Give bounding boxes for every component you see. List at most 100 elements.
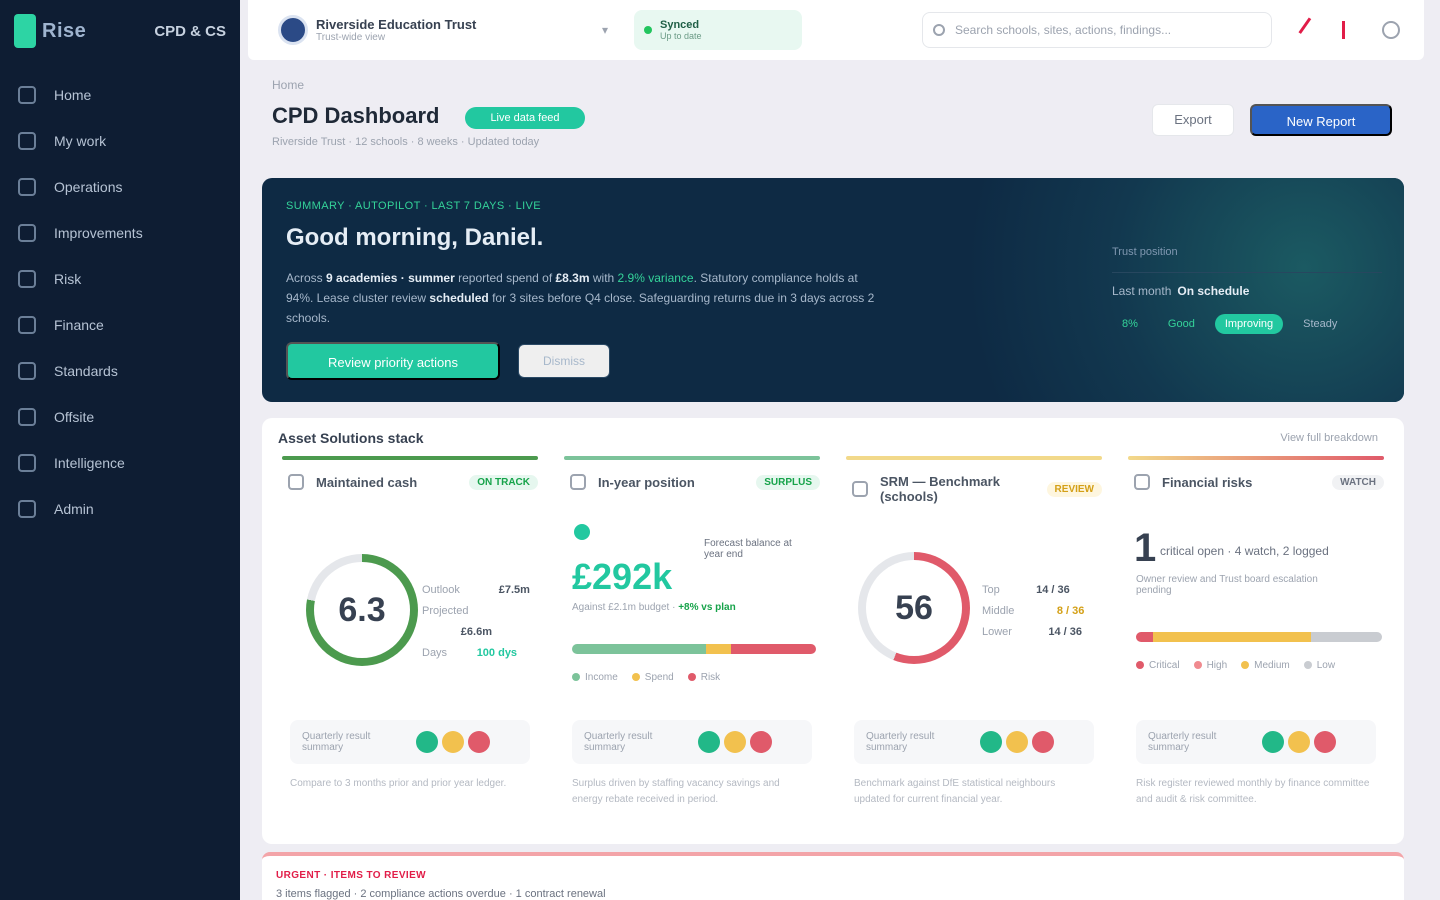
kpi-title: SRM — Benchmark (schools) <box>880 474 1000 504</box>
sidebar-nav: Home My work Operations Improvements Ris… <box>0 72 240 532</box>
search-input[interactable]: Search schools, sites, actions, findings… <box>922 12 1272 48</box>
kpi-title: Maintained cash <box>316 474 418 490</box>
sidebar-item-admin[interactable]: Admin <box>0 486 240 532</box>
hero-highlight: £8.3m <box>555 271 590 285</box>
kpi-footnote: Benchmark against DfE statistical neighb… <box>854 778 1056 805</box>
kpi-ring: 56 <box>858 552 970 664</box>
rag-label: Quarterly result summary <box>584 731 653 753</box>
export-button[interactable]: Export <box>1152 104 1234 136</box>
sidebar-item-label: Home <box>54 87 92 103</box>
site-name: Riverside Education Trust <box>316 17 477 32</box>
review-actions-button[interactable]: Review priority actions <box>286 342 500 380</box>
legend-label: Medium <box>1254 660 1290 671</box>
kpi-ring: 6.3 <box>306 554 418 666</box>
org-label: CPD & CS <box>154 22 226 40</box>
kpi-accent-bar <box>1128 456 1384 460</box>
hero-summary: Across 9 academies · summer reported spe… <box>286 268 886 328</box>
target-icon <box>852 481 868 497</box>
sidebar-item-finance[interactable]: Finance <box>0 302 240 348</box>
kpi-card-cash[interactable]: Maintained cash ON TRACK 6.3 Outlook £7.5… <box>282 456 538 826</box>
top-actions <box>1298 17 1400 43</box>
sidebar-item-home[interactable]: Home <box>0 72 240 118</box>
kpi-card-risks[interactable]: Financial risks WATCH 1 critical open · … <box>1128 456 1384 826</box>
kpi-detail: Owner review and Trust board escalation … <box>1136 574 1318 596</box>
row-label: Lower <box>982 626 1012 638</box>
chip[interactable]: Steady <box>1293 314 1347 334</box>
sidebar-item-intelligence[interactable]: Intelligence <box>0 440 240 486</box>
gear-icon <box>18 500 36 518</box>
status-badge: Live data feed <box>465 107 585 129</box>
row-label: Top <box>982 584 1000 596</box>
chip[interactable]: 8% <box>1112 314 1148 334</box>
site-logo-icon <box>278 15 308 45</box>
kpi-panel: Asset Solutions stack View full breakdow… <box>262 418 1404 844</box>
stat-label: Last month <box>1112 284 1172 298</box>
sidebar-item-my-work[interactable]: My work <box>0 118 240 164</box>
wrench-icon <box>18 178 36 196</box>
red-dot-icon <box>1032 731 1054 753</box>
sidebar-item-offsite[interactable]: Offsite <box>0 394 240 440</box>
legend-label: Risk <box>700 672 721 683</box>
legend-label: High <box>1206 660 1228 671</box>
kpi-rows: Top 14 / 36 Middle 8 / 36 Lower 14 / 36 <box>982 580 1084 643</box>
sidebar-item-improvements[interactable]: Improvements <box>0 210 240 256</box>
kpi-value: £292k <box>572 556 673 597</box>
amber-dot-icon <box>442 731 464 753</box>
row-value: 14 / 36 <box>1048 626 1082 638</box>
segment-high <box>1153 632 1311 642</box>
kpi-stack-bar <box>572 644 816 654</box>
site-switcher[interactable]: Riverside Education Trust Trust-wide vie… <box>278 15 608 45</box>
search-placeholder: Search schools, sites, actions, findings… <box>955 23 1172 37</box>
flag-icon[interactable] <box>1342 21 1360 39</box>
rag-label: Quarterly result summary <box>302 731 371 753</box>
kpi-card-benchmark[interactable]: SRM — Benchmark (schools) REVIEW 56 Top 1… <box>846 456 1102 826</box>
hero-highlight: scheduled <box>429 291 489 305</box>
top-bar: Riverside Education Trust Trust-wide vie… <box>248 0 1424 60</box>
alert-title: URGENT · ITEMS TO REVIEW <box>276 870 426 881</box>
breadcrumb[interactable]: Home <box>272 78 304 92</box>
rag-summary: Quarterly result summary <box>572 720 812 764</box>
brand[interactable]: Rise CPD & CS <box>0 0 240 62</box>
chip-active[interactable]: Improving <box>1214 314 1284 334</box>
kpi-rows: Outlook £7.5m Projected £6.6m Days 100 dys <box>422 580 538 664</box>
kpi-title: Financial risks <box>1162 474 1253 490</box>
rag-label: Quarterly result summary <box>866 731 935 753</box>
kpi-badge: ON TRACK <box>469 474 538 490</box>
site-subtitle: Trust-wide view <box>316 32 386 43</box>
sidebar-item-risk[interactable]: Risk <box>0 256 240 302</box>
dismiss-button[interactable]: Dismiss <box>518 344 610 378</box>
kpi-card-in-year[interactable]: In-year position SURPLUS £292k Forecast … <box>564 456 820 826</box>
hero-highlight: 2.9% variance <box>617 271 694 285</box>
kpi-accent-bar <box>282 456 538 460</box>
sidebar-item-label: Admin <box>54 501 94 517</box>
kpi-footnote: Surplus driven by staffing vacancy savin… <box>572 778 780 805</box>
row-label: Days <box>422 647 448 659</box>
trend-up-icon <box>574 524 590 540</box>
pin-icon[interactable] <box>1298 17 1324 43</box>
green-dot-icon <box>980 731 1002 753</box>
segment-risk <box>730 644 816 654</box>
row-value: £6.6m <box>460 626 492 638</box>
kpi-legend: Critical High Medium Low <box>1136 660 1335 671</box>
home-icon <box>18 86 36 104</box>
shield-icon <box>18 270 36 288</box>
hero-text: with <box>589 271 618 285</box>
red-dot-icon <box>750 731 772 753</box>
trend-icon <box>18 224 36 242</box>
chip[interactable]: Good <box>1158 314 1205 334</box>
legend-item: Medium <box>1241 660 1290 671</box>
hero-text: reported spend of <box>454 271 556 285</box>
sync-status[interactable]: Synced Up to date <box>634 10 802 50</box>
new-report-button[interactable]: New Report <box>1250 104 1392 136</box>
user-icon[interactable] <box>1382 21 1400 39</box>
sidebar-item-standards[interactable]: Standards <box>0 348 240 394</box>
hero-tag: SUMMARY · AUTOPILOT · LAST 7 DAYS · LIVE <box>286 200 542 212</box>
sidebar-item-label: Intelligence <box>54 455 125 471</box>
legend-label: Spend <box>644 672 674 683</box>
legend-label: Income <box>585 672 618 683</box>
page-subtitle: Riverside Trust · 12 schools · 8 weeks ·… <box>272 136 540 148</box>
view-breakdown-link[interactable]: View full breakdown <box>1280 432 1378 444</box>
sidebar-item-operations[interactable]: Operations <box>0 164 240 210</box>
sidebar-item-label: Offsite <box>54 409 95 425</box>
urgent-alert[interactable]: URGENT · ITEMS TO REVIEW 3 items flagged… <box>262 852 1404 900</box>
